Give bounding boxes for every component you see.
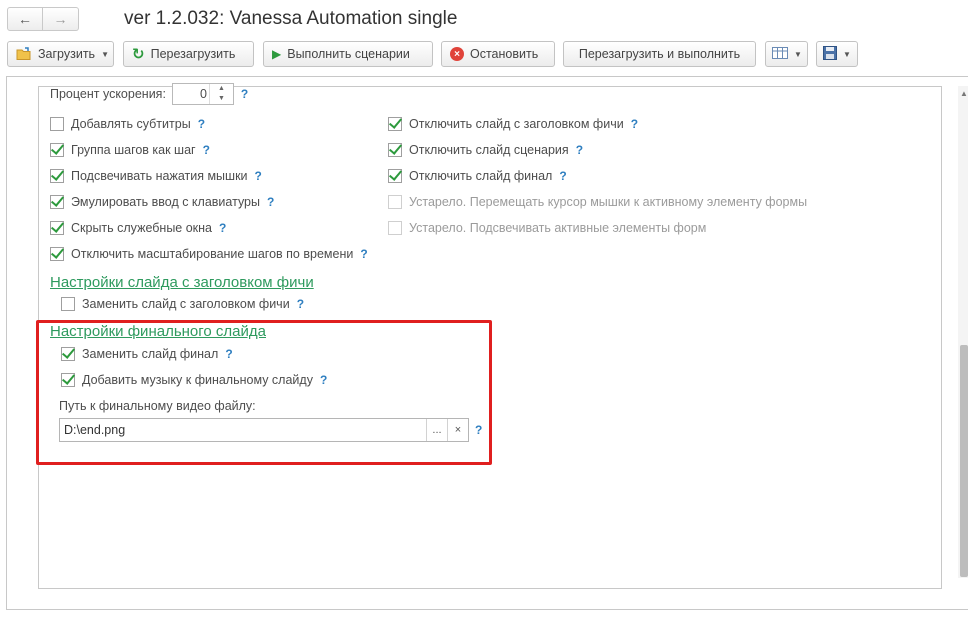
option-label: Отключить масштабирование шагов по време… — [71, 247, 354, 261]
chevron-down-icon: ▼ — [843, 49, 851, 59]
option-row[interactable]: Скрыть служебные окна? — [50, 218, 226, 238]
table-view-button[interactable]: ▼ — [765, 41, 808, 67]
option-checkbox[interactable] — [388, 221, 402, 235]
help-icon[interactable]: ? — [559, 169, 566, 183]
option-checkbox[interactable] — [388, 195, 402, 209]
reload-and-run-label: Перезагрузить и выполнить — [578, 47, 741, 61]
stop-icon: × — [450, 47, 464, 61]
option-checkbox[interactable] — [388, 117, 402, 131]
run-scenarios-button[interactable]: ▶ Выполнить сценарии — [263, 41, 433, 67]
help-icon[interactable]: ? — [203, 143, 210, 157]
option-checkbox[interactable] — [50, 247, 64, 261]
stop-label: Остановить — [470, 47, 539, 61]
chevron-down-icon: ▼ — [794, 49, 802, 59]
option-row[interactable]: Отключить слайд с заголовком фичи? — [388, 114, 638, 134]
reload-label: Перезагрузить — [150, 47, 236, 61]
reload-and-run-button[interactable]: Перезагрузить и выполнить — [563, 41, 756, 67]
help-icon[interactable]: ? — [267, 195, 274, 209]
option-label: Подсвечивать нажатия мышки — [71, 169, 248, 183]
chevron-up-icon[interactable]: ▲ — [210, 84, 233, 94]
option-label: Устарело. Подсвечивать активные элементы… — [409, 221, 707, 235]
option-label: Группа шагов как шаг — [71, 143, 196, 157]
run-scenarios-label: Выполнить сценарии — [287, 47, 410, 61]
speed-value: 0 — [199, 87, 207, 101]
option-row[interactable]: Добавлять субтитры? — [50, 114, 205, 134]
option-checkbox[interactable] — [388, 169, 402, 183]
folder-open-icon — [16, 47, 32, 61]
stepper-arrows[interactable]: ▲ ▼ — [208, 84, 233, 104]
option-row[interactable]: Устарело. Подсвечивать активные элементы… — [388, 218, 706, 238]
option-row[interactable]: Отключить слайд финал? — [388, 166, 567, 186]
option-checkbox[interactable] — [50, 195, 64, 209]
option-row[interactable]: Подсвечивать нажатия мышки? — [50, 166, 262, 186]
option-checkbox[interactable] — [50, 143, 64, 157]
table-icon — [772, 46, 788, 62]
option-label: Устарело. Перемещать курсор мышки к акти… — [409, 195, 808, 209]
option-label: Отключить слайд финал — [409, 169, 553, 183]
option-row[interactable]: Отключить слайд сценария? — [388, 140, 583, 160]
option-row[interactable]: Эмулировать ввод с клавиатуры? — [50, 192, 274, 212]
help-icon[interactable]: ? — [219, 221, 226, 235]
reload-button[interactable]: ↻ Перезагрузить — [123, 41, 254, 67]
feature-title-section-link[interactable]: Настройки слайда с заголовком фичи — [50, 274, 314, 291]
option-checkbox[interactable] — [50, 117, 64, 131]
replace-feature-title-checkbox[interactable] — [61, 297, 75, 311]
option-checkbox[interactable] — [388, 143, 402, 157]
option-row[interactable]: Отключить масштабирование шагов по време… — [50, 244, 368, 264]
speed-stepper[interactable]: 0 ▲ ▼ — [171, 83, 234, 105]
highlight-frame — [36, 320, 492, 465]
option-checkbox[interactable] — [50, 169, 64, 183]
save-menu-button[interactable]: ▼ — [816, 41, 858, 67]
option-label: Добавлять субтитры — [71, 117, 191, 131]
option-label: Скрыть служебные окна — [71, 221, 212, 235]
option-label: Эмулировать ввод с клавиатуры — [71, 195, 260, 209]
help-icon[interactable]: ? — [255, 169, 262, 183]
replace-feature-title-row[interactable]: Заменить слайд с заголовком фичи ? — [61, 294, 304, 314]
save-icon — [823, 45, 837, 63]
chevron-down-icon: ▼ — [101, 49, 109, 59]
help-icon[interactable]: ? — [297, 297, 304, 311]
option-row[interactable]: Устарело. Перемещать курсор мышки к акти… — [388, 192, 807, 212]
play-icon: ▶ — [272, 47, 282, 61]
option-label: Отключить слайд сценария — [409, 143, 569, 157]
replace-feature-title-label: Заменить слайд с заголовком фичи — [82, 297, 290, 311]
stop-button[interactable]: × Остановить — [441, 41, 555, 67]
arrow-right-icon: → — [53, 11, 68, 27]
help-icon[interactable]: ? — [631, 117, 638, 131]
option-label: Отключить слайд с заголовком фичи — [409, 117, 624, 131]
history-nav: ← → — [7, 7, 79, 31]
load-label: Загрузить — [38, 47, 96, 61]
arrow-left-icon: ← — [18, 11, 32, 27]
chevron-down-icon[interactable]: ▼ — [210, 94, 233, 104]
option-checkbox[interactable] — [50, 221, 64, 235]
option-row[interactable]: Группа шагов как шаг? — [50, 140, 210, 160]
scroll-up-icon[interactable]: ▲ — [960, 89, 968, 98]
back-button[interactable]: ← — [7, 7, 43, 31]
speed-row: Процент ускорения: 0 ▲ ▼ ? — [50, 83, 248, 105]
load-button[interactable]: Загрузить ▼ — [7, 41, 114, 67]
refresh-icon: ↻ — [132, 46, 145, 63]
window-title: ver 1.2.032: Vanessa Automation single — [124, 8, 458, 29]
forward-button[interactable]: → — [43, 7, 79, 31]
help-icon[interactable]: ? — [576, 143, 583, 157]
help-icon[interactable]: ? — [241, 87, 248, 101]
help-icon[interactable]: ? — [360, 247, 367, 261]
scrollbar-thumb[interactable] — [960, 345, 968, 577]
help-icon[interactable]: ? — [198, 117, 205, 131]
speed-label: Процент ускорения: — [50, 87, 166, 101]
